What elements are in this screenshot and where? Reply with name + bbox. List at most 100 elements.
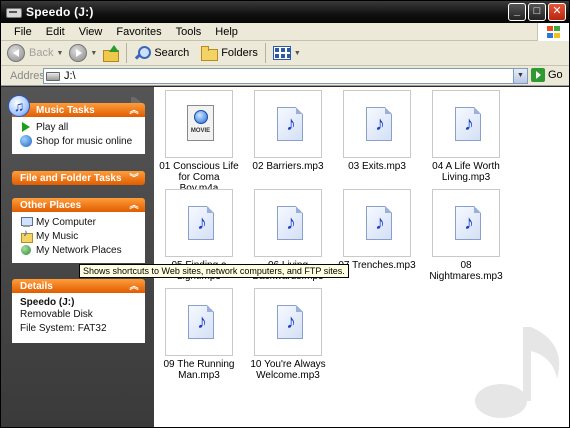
place-label: My Network Places (36, 244, 122, 256)
place-my-network-places[interactable]: My Network Places (20, 243, 137, 257)
go-label: Go (548, 69, 563, 81)
address-dropdown-button[interactable]: ▼ (513, 69, 527, 83)
explorer-window: Speedo (J:) _ □ ✕ File Edit View Favorit… (0, 0, 570, 428)
collapse-chevron-icon[interactable]: ︽ (128, 104, 140, 116)
file-thumbnail: ♪ (254, 189, 322, 257)
maximize-button[interactable]: □ (528, 3, 546, 21)
movie-icon-label: MOVIE (190, 128, 211, 134)
menu-tools[interactable]: Tools (169, 26, 209, 38)
other-places-body: My Computer My Music My Network Places (12, 212, 145, 263)
file-item[interactable]: ♪ 08 Nightmares.mp3 (426, 189, 506, 282)
details-panel: Details ︽ Speedo (J:) Removable Disk Fil… (12, 279, 145, 343)
audio-file-icon: ♪ (188, 305, 214, 339)
folders-icon (201, 46, 219, 61)
globe-icon (20, 135, 32, 147)
task-shop-music[interactable]: Shop for music online (20, 134, 137, 148)
collapse-chevron-icon[interactable]: ︽ (128, 199, 140, 211)
menu-view[interactable]: View (72, 26, 110, 38)
file-item[interactable]: ♪ 07 Trenches.mp3 (337, 189, 417, 271)
back-button[interactable]: Back ▼ (4, 43, 66, 64)
other-places-panel: Other Places ︽ My Computer My Music My N… (12, 198, 145, 263)
menu-edit[interactable]: Edit (39, 26, 72, 38)
address-label: Address (10, 69, 51, 82)
address-value: J:\ (64, 70, 76, 82)
file-thumbnail: ♪ (343, 90, 411, 158)
forward-button[interactable]: ▼ (66, 43, 100, 64)
go-button[interactable]: Go (531, 68, 563, 82)
music-tasks-panel: ♫ Music Tasks ︽ Play all Shop for music … (8, 95, 145, 154)
audio-file-icon: ♪ (366, 206, 392, 240)
menu-file[interactable]: File (1, 26, 39, 38)
audio-file-icon: ♪ (277, 107, 303, 141)
file-thumbnail: ♪ (432, 90, 500, 158)
up-folder-button[interactable] (100, 43, 122, 64)
search-button[interactable]: Search (131, 43, 192, 64)
file-name: 10 You're Always Welcome.mp3 (250, 359, 326, 381)
file-item[interactable]: ♪ 09 The Running Man.mp3 (159, 288, 239, 381)
file-name: 03 Exits.mp3 (348, 161, 406, 172)
other-places-title: Other Places (20, 199, 82, 211)
file-thumbnail: ♪ (254, 90, 322, 158)
file-thumbnail: ♪ (254, 288, 322, 356)
file-folder-tasks-panel: File and Folder Tasks ︾ (12, 171, 145, 185)
file-thumbnail: ♪ (343, 189, 411, 257)
details-header[interactable]: Details ︽ (12, 279, 145, 293)
task-play-all[interactable]: Play all (20, 120, 137, 134)
address-input[interactable]: J:\ ▼ (43, 68, 528, 84)
views-grid-icon (272, 46, 291, 60)
file-item[interactable]: ♪ 02 Barriers.mp3 (248, 90, 328, 172)
file-name: 08 Nightmares.mp3 (429, 260, 503, 282)
place-my-computer[interactable]: My Computer (20, 215, 137, 229)
folders-button[interactable]: Folders (198, 43, 261, 64)
file-thumbnail: ♪ (165, 189, 233, 257)
network-places-icon (20, 244, 32, 256)
file-view[interactable]: MOVIE 01 Conscious Life for Coma Boy.m4a… (154, 87, 569, 427)
chevron-down-icon: ▼ (90, 49, 98, 57)
details-type: Removable Disk (20, 309, 93, 320)
back-label: Back (29, 47, 54, 59)
music-folder-icon (20, 228, 33, 243)
file-folder-tasks-header[interactable]: File and Folder Tasks ︾ (12, 171, 145, 185)
task-pane: ♫ Music Tasks ︽ Play all Shop for music … (1, 87, 154, 427)
file-name: 07 Trenches.mp3 (338, 260, 416, 271)
file-item[interactable]: MOVIE 01 Conscious Life for Coma Boy.m4a (159, 90, 239, 194)
collapse-chevron-icon[interactable]: ︽ (128, 280, 140, 292)
task-label: Shop for music online (36, 135, 133, 147)
toolbar: Back ▼ ▼ Search Folders ▼ (1, 41, 569, 66)
music-tasks-header[interactable]: ♫ Music Tasks ︽ (8, 95, 145, 117)
search-label: Search (154, 47, 190, 59)
place-my-music[interactable]: My Music (20, 228, 137, 243)
menu-favorites[interactable]: Favorites (109, 26, 168, 38)
menu-bar: File Edit View Favorites Tools Help (1, 23, 569, 41)
menu-help[interactable]: Help (208, 26, 245, 38)
chevron-down-icon: ▼ (56, 49, 64, 57)
windows-logo-icon (537, 23, 569, 41)
other-places-header[interactable]: Other Places ︽ (12, 198, 145, 212)
audio-file-icon: ♪ (277, 206, 303, 240)
toolbar-divider (264, 43, 266, 63)
file-name: 02 Barriers.mp3 (252, 161, 324, 172)
file-item[interactable]: ♪ 04 A Life Worth Living.mp3 (426, 90, 506, 183)
close-button[interactable]: ✕ (548, 3, 566, 21)
search-icon (134, 45, 152, 61)
music-note-watermark-icon (475, 327, 560, 418)
file-name: 09 The Running Man.mp3 (163, 359, 235, 381)
audio-file-icon: ♪ (455, 107, 481, 141)
file-folder-tasks-title: File and Folder Tasks (20, 172, 122, 184)
file-item[interactable]: ♪ 10 You're Always Welcome.mp3 (248, 288, 328, 381)
address-bar: Address J:\ ▼ Go (1, 66, 569, 86)
file-item[interactable]: ♪ 03 Exits.mp3 (337, 90, 417, 172)
movie-file-icon: MOVIE (187, 105, 214, 141)
views-button[interactable]: ▼ (270, 43, 304, 64)
audio-file-icon: ♪ (277, 305, 303, 339)
title-bar[interactable]: Speedo (J:) _ □ ✕ (1, 1, 569, 23)
drive-icon (6, 6, 22, 18)
music-tasks-body: Play all Shop for music online (12, 117, 145, 154)
expand-chevron-icon[interactable]: ︾ (128, 172, 140, 184)
file-thumbnail: MOVIE (165, 90, 233, 158)
audio-file-icon: ♪ (455, 206, 481, 240)
toolbar-divider (126, 43, 128, 63)
file-name: 04 A Life Worth Living.mp3 (432, 161, 500, 183)
minimize-button[interactable]: _ (508, 3, 526, 21)
chevron-down-icon: ▼ (293, 49, 301, 57)
